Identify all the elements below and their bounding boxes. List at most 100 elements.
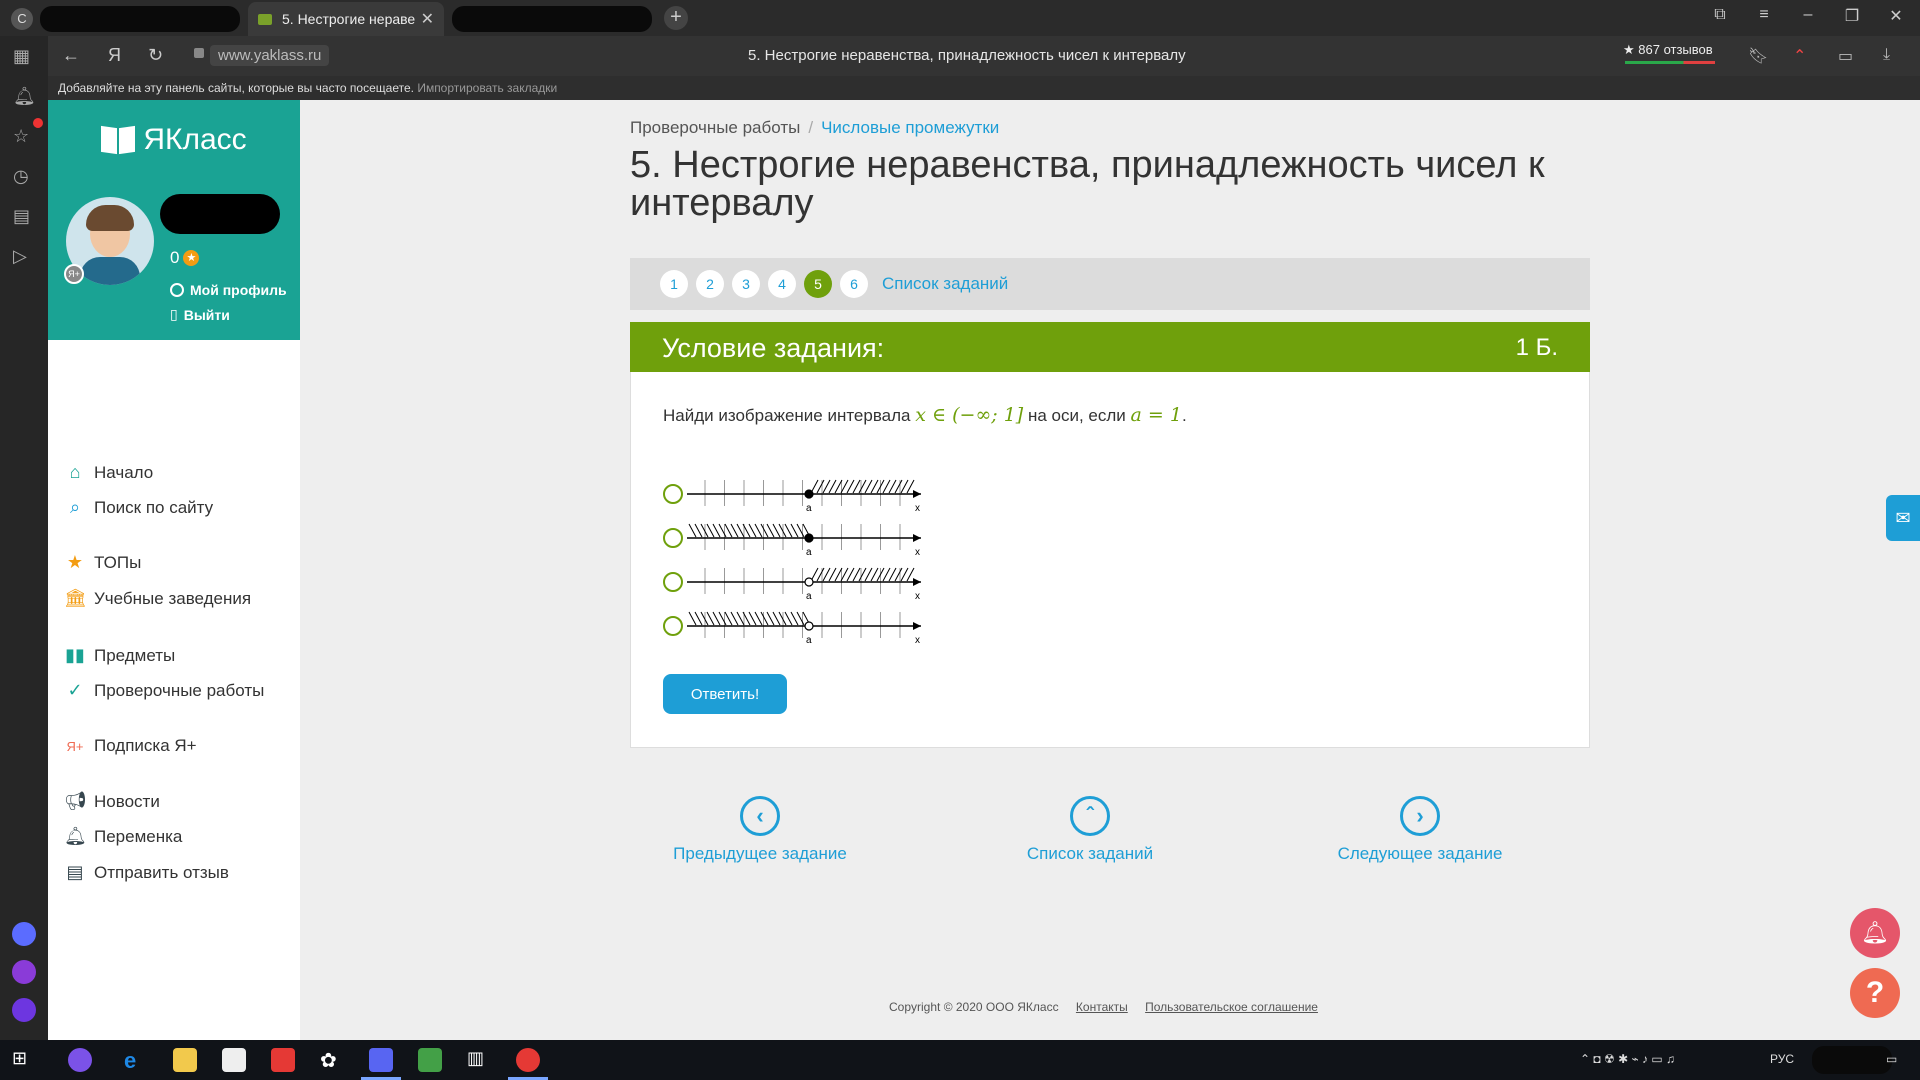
task-number-3[interactable]: 3	[732, 270, 760, 298]
answer-option-4[interactable]: ax	[663, 606, 963, 646]
minimize-icon[interactable]: –	[1793, 6, 1823, 24]
condition-body: Найди изображение интервала x ∈ (−∞; 1] …	[630, 372, 1590, 748]
bookmark-icon[interactable]: 🔖︎	[1748, 46, 1768, 66]
reload-icon[interactable]: ↻	[148, 45, 163, 66]
active-tab-title: 5. Нестрогие неравенс	[282, 11, 415, 27]
question-suffix: .	[1181, 406, 1187, 425]
windows-start-icon[interactable]: ⊞	[12, 1048, 36, 1072]
radio-button[interactable]	[663, 528, 683, 548]
language-indicator[interactable]: РУС	[1770, 1052, 1794, 1066]
my-profile-link[interactable]: Мой профиль	[170, 282, 287, 298]
redacted-tab[interactable]	[452, 6, 652, 32]
megaphone-icon: 📢︎	[64, 791, 87, 811]
task-list-nav-link[interactable]: ˆ Список заданий	[980, 796, 1200, 864]
video-icon[interactable]: ▷	[13, 246, 27, 267]
task-number-4[interactable]: 4	[768, 270, 796, 298]
download-icon[interactable]: ⤓	[1883, 46, 1890, 64]
breadcrumb-intervals[interactable]: Числовые промежутки	[821, 118, 999, 137]
mail-icon[interactable]: ✉	[1886, 495, 1920, 541]
alice-icon[interactable]	[12, 922, 36, 946]
sidebar-item-subscription[interactable]: Я+ Подписка Я+	[64, 736, 197, 756]
sidebar-item-break[interactable]: 🔔︎ Переменка	[64, 826, 182, 847]
contacts-link[interactable]: Контакты	[1076, 1000, 1128, 1014]
active-tab[interactable]: 5. Нестрогие неравенс ✕	[248, 2, 444, 36]
radio-button[interactable]	[663, 616, 683, 636]
favorites-icon[interactable]: ☆	[13, 126, 29, 147]
sidebar-item-feedback[interactable]: ▤ Отправить отзыв	[64, 862, 228, 883]
extension-icon[interactable]: ⌃	[1793, 46, 1806, 66]
prev-task-link[interactable]: ‹ Предыдущее задание	[650, 796, 870, 864]
sidebar-item-tests[interactable]: ✓ Проверочные работы	[64, 680, 264, 701]
browser-tab-bar: C 5. Нестрогие неравенс ✕ + ⧉ ≡ – ❐ ✕	[0, 0, 1920, 36]
menu-icon[interactable]: ≡	[1749, 6, 1779, 24]
browser-profile-button[interactable]: C	[11, 8, 33, 30]
number-line-icon: ax	[687, 523, 921, 558]
logout-link[interactable]: ▯ Выйти	[170, 306, 230, 323]
svg-text:a: a	[806, 547, 812, 558]
sidebar-item-subjects[interactable]: ▮▮ Предметы	[64, 645, 175, 666]
radio-button[interactable]	[663, 572, 683, 592]
tabs-icon[interactable]: ⧉	[1705, 6, 1735, 24]
bookmarks-hint: Добавляйте на эту панель сайты, которые …	[58, 81, 414, 95]
notifications-icon[interactable]: 🔔︎	[13, 86, 36, 107]
discord-icon[interactable]	[369, 1048, 393, 1072]
notification-bell-icon[interactable]: 🔔︎	[1850, 908, 1900, 958]
url-field[interactable]: www.yaklass.ru	[210, 45, 330, 66]
cortana-icon[interactable]	[68, 1048, 92, 1072]
agreement-link[interactable]: Пользовательское соглашение	[1145, 1000, 1318, 1014]
help-icon[interactable]: ?	[1850, 968, 1900, 1018]
collections-icon[interactable]: ▤	[13, 206, 30, 227]
tray-icons[interactable]: ⌃ ◘ ☢ ✱ ⌁ ♪ ▭ ♫	[1580, 1052, 1675, 1066]
close-tab-icon[interactable]: ✕	[421, 9, 434, 29]
logo[interactable]: ЯКласс	[48, 100, 300, 180]
radio-button[interactable]	[663, 484, 683, 504]
app-icon[interactable]	[12, 960, 36, 984]
yandex-active-icon[interactable]	[516, 1048, 540, 1072]
task-number-2[interactable]: 2	[696, 270, 724, 298]
action-center-icon[interactable]: ▭	[1886, 1052, 1897, 1066]
page-title-chrome: 5. Нестрогие неравенства, принадлежность…	[748, 47, 1186, 64]
next-task-link[interactable]: › Следующее задание	[1310, 796, 1530, 864]
sidebar-item-search[interactable]: ⌕ Поиск по сайту	[64, 497, 213, 518]
apps-grid-icon[interactable]: ▦	[13, 46, 30, 67]
answer-button[interactable]: Ответить!	[663, 674, 787, 714]
score-value: 0	[170, 248, 180, 267]
explorer-icon[interactable]	[173, 1048, 197, 1072]
page: ЯКласс Я+ 0 ★ Мой профиль ▯ Выйти ⌂ Нача…	[48, 100, 1920, 1040]
prev-task-label: Предыдущее задание	[673, 844, 847, 863]
yandex-browser-icon[interactable]	[271, 1048, 295, 1072]
sidebar-item-home[interactable]: ⌂ Начало	[64, 462, 154, 483]
reviews-badge[interactable]: ★ 867 отзывов	[1623, 42, 1713, 58]
app-flower-icon[interactable]: ✿	[320, 1048, 344, 1072]
edge-icon[interactable]: e	[124, 1048, 148, 1073]
sidebar-item-institutions[interactable]: 🏛︎ Учебные заведения	[64, 588, 251, 609]
collections-toolbar-icon[interactable]: ▭	[1838, 46, 1853, 66]
answer-option-2[interactable]: ax	[663, 518, 963, 558]
import-bookmarks-link[interactable]: Импортировать закладки	[417, 81, 557, 95]
yandex-icon[interactable]: Я	[108, 45, 121, 66]
svg-text:a: a	[806, 503, 812, 514]
new-tab-button[interactable]: +	[664, 6, 688, 30]
history-icon[interactable]: ◷	[13, 166, 29, 187]
store-icon[interactable]	[222, 1048, 246, 1072]
sidebar-item-label: Проверочные работы	[94, 680, 265, 700]
sidebar-item-news[interactable]: 📢︎ Новости	[64, 791, 160, 812]
task-number-1[interactable]: 1	[660, 270, 688, 298]
svg-text:x: x	[915, 503, 920, 514]
task-list-link[interactable]: Список заданий	[882, 274, 1008, 294]
back-icon[interactable]: ←	[62, 45, 80, 66]
breadcrumb-tests[interactable]: Проверочные работы	[630, 118, 800, 137]
restore-icon[interactable]: ❐	[1837, 6, 1867, 26]
assistant-icon[interactable]	[12, 998, 36, 1022]
task-number-5-active[interactable]: 5	[804, 270, 832, 298]
cube-app-icon[interactable]	[418, 1048, 442, 1072]
task-number-6[interactable]: 6	[840, 270, 868, 298]
answer-option-1[interactable]: ax	[663, 474, 963, 514]
sidebar-item-tops[interactable]: ★ ТОПы	[64, 552, 141, 573]
answer-option-3[interactable]: ax	[663, 562, 963, 602]
bell-icon: 🔔︎	[64, 826, 87, 846]
sidebar-item-label: Поиск по сайту	[94, 497, 214, 517]
stats-app-icon[interactable]: ▥	[467, 1048, 491, 1072]
close-window-icon[interactable]: ✕	[1881, 6, 1911, 26]
redacted-tab[interactable]	[40, 6, 240, 32]
